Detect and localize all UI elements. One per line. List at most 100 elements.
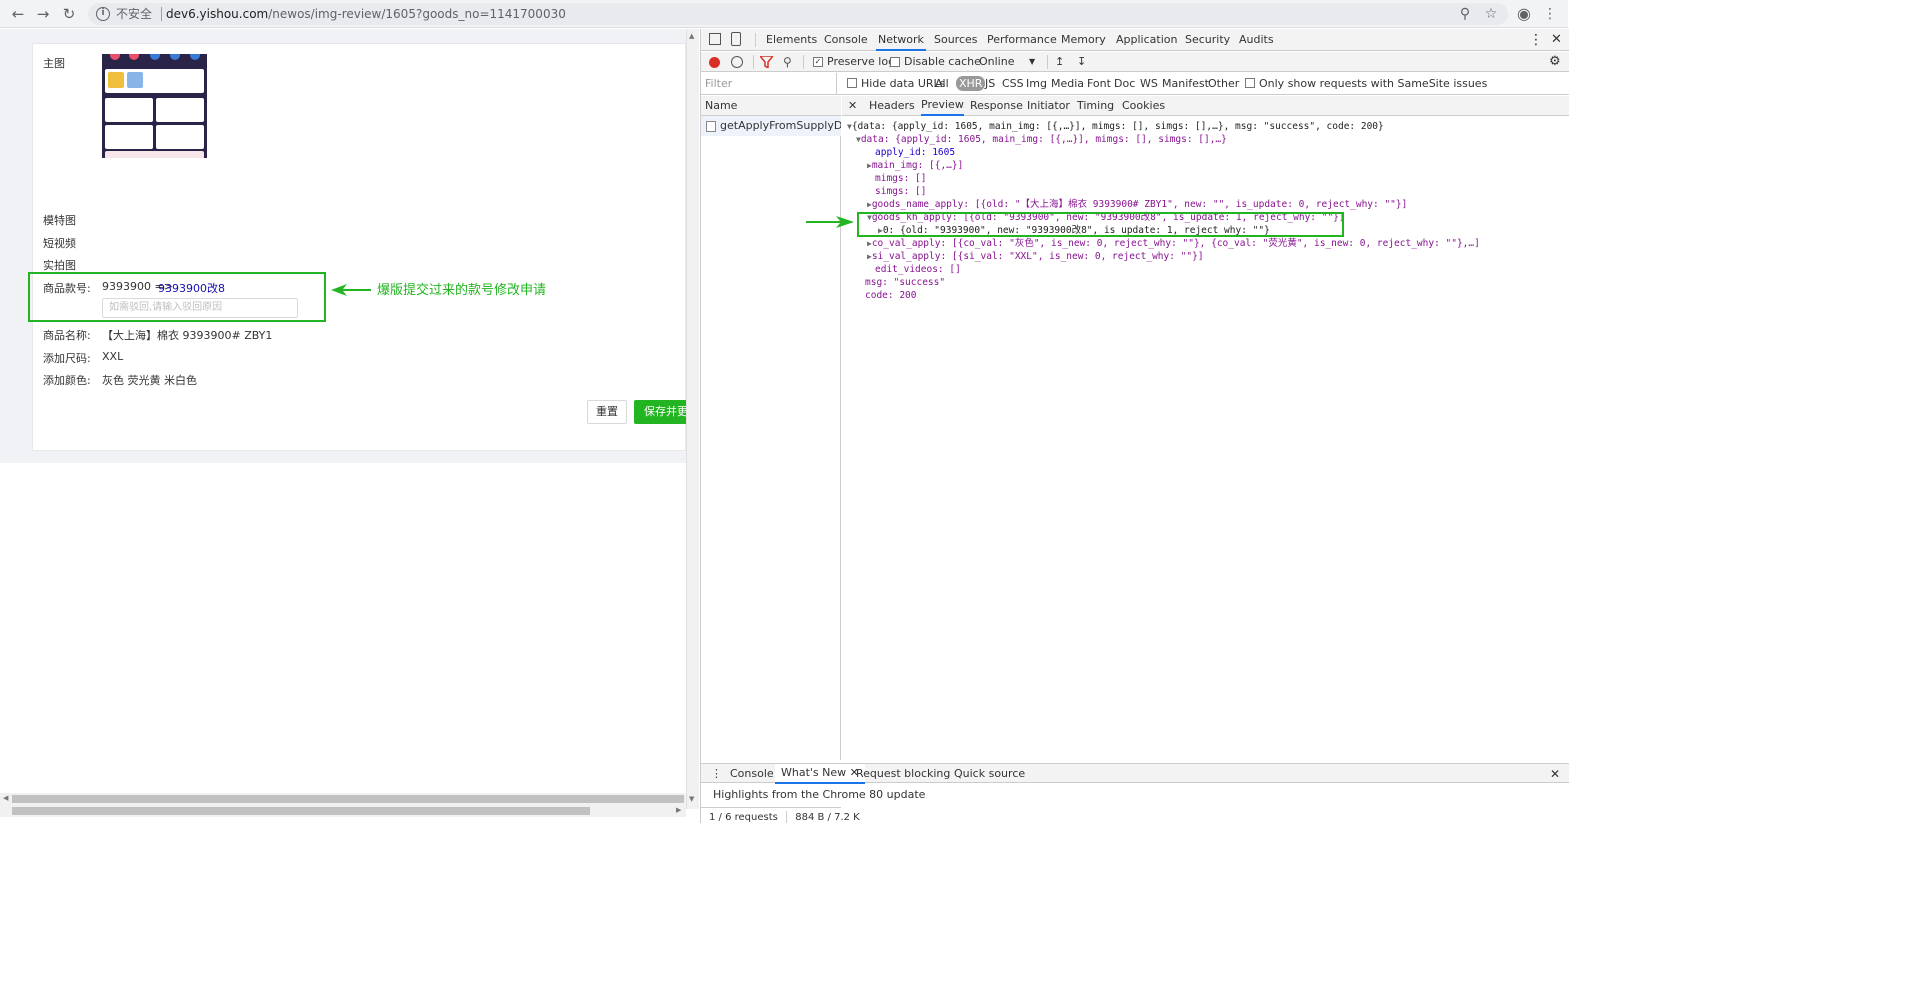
tab-security[interactable]: Security <box>1183 29 1232 51</box>
clear-icon[interactable] <box>731 56 743 68</box>
json-msg-line: msg: "success" <box>865 277 946 288</box>
tab-application[interactable]: Application <box>1114 29 1179 51</box>
type-filter-ws[interactable]: WS <box>1140 74 1158 94</box>
address-bar[interactable]: i 不安全 dev6.yishou.com/newos/img-review/1… <box>88 3 1508 25</box>
import-har-icon[interactable]: ↥ <box>1055 52 1064 72</box>
tab-console[interactable]: Console <box>822 29 870 51</box>
scroll-left-icon[interactable]: ◀ <box>3 794 8 802</box>
devtools-panel: Elements Console Network Sources Perform… <box>700 29 1569 827</box>
tab-network[interactable]: Network <box>876 29 926 51</box>
annotation-text: 爆版提交过来的款号修改申请 <box>377 283 547 298</box>
tab-timing[interactable]: Timing <box>1077 96 1114 116</box>
disable-cache-checkbox[interactable] <box>890 57 900 67</box>
color-value: 灰色 荧光黄 米白色 <box>102 374 197 387</box>
tab-cookies[interactable]: Cookies <box>1122 96 1165 116</box>
tab-elements[interactable]: Elements <box>764 29 819 51</box>
type-filter-js[interactable]: JS <box>985 74 995 94</box>
type-filter-xhr[interactable]: XHR <box>956 76 986 91</box>
type-filter-img[interactable]: Img <box>1026 74 1047 94</box>
tab-audits[interactable]: Audits <box>1237 29 1276 51</box>
json-goods-name-apply-line[interactable]: ▶goods_name_apply: [{old: "【大上海】棉衣 93939… <box>867 198 1407 211</box>
divider <box>161 7 162 21</box>
info-icon[interactable]: i <box>96 7 110 21</box>
tab-sources[interactable]: Sources <box>932 29 980 51</box>
divider <box>803 55 804 69</box>
tab-preview[interactable]: Preview <box>921 96 964 116</box>
export-har-icon[interactable]: ↧ <box>1077 52 1086 72</box>
hide-data-urls-checkbox[interactable] <box>847 78 857 88</box>
record-icon[interactable] <box>709 57 720 68</box>
drawer-tabbar: ⋮ Console What's New ✕ Request blocking … <box>701 763 1569 784</box>
drawer-tab-console[interactable]: Console <box>730 764 774 784</box>
scroll-right-icon[interactable]: ▶ <box>676 806 681 814</box>
type-filter-manifest[interactable]: Manifest <box>1162 74 1209 94</box>
samesite-checkbox[interactable] <box>1245 78 1255 88</box>
size-label: 添加尺码: <box>43 352 91 365</box>
name-column-header[interactable]: Name <box>701 96 841 116</box>
devtools-menu-icon[interactable]: ⋮ <box>1527 29 1545 51</box>
scrollbar-thumb[interactable] <box>12 807 590 815</box>
json-main-img-line[interactable]: ▶main_img: [{,…}] <box>867 159 963 172</box>
scroll-up-icon[interactable]: ▲ <box>689 32 694 40</box>
zoom-icon[interactable]: ⚲ <box>1455 4 1475 24</box>
transfer-size: 884 B / 7.2 K <box>795 812 860 823</box>
type-filter-css[interactable]: CSS <box>1002 74 1024 94</box>
save-and-update-button[interactable]: 保存并更 <box>634 400 686 424</box>
close-detail-icon[interactable]: ✕ <box>848 96 857 116</box>
reload-icon[interactable]: ↻ <box>59 4 79 24</box>
size-value: XXL <box>102 350 124 363</box>
drawer-tab-quick-source[interactable]: Quick source <box>954 764 1025 784</box>
url-text[interactable]: dev6.yishou.com/newos/img-review/1605?go… <box>166 3 566 25</box>
network-status-bar: 1 / 6 requests 884 B / 7.2 K <box>701 807 860 827</box>
type-filter-all[interactable]: All <box>935 74 949 94</box>
page-horizontal-scrollbar[interactable]: ◀ ▶ <box>0 793 686 817</box>
divider <box>755 33 756 47</box>
drawer-tab-whats-new[interactable]: What's New ✕ <box>775 764 865 784</box>
tab-performance[interactable]: Performance <box>985 29 1059 51</box>
real-photo-label: 实拍图 <box>43 259 76 272</box>
chevron-down-icon[interactable]: ▼ <box>1029 52 1035 72</box>
profile-icon[interactable]: ◉ <box>1514 4 1534 24</box>
type-filter-other[interactable]: Other <box>1208 74 1239 94</box>
preserve-log-checkbox[interactable]: ✓ <box>813 57 823 67</box>
settings-gear-icon[interactable]: ⚙ <box>1549 52 1561 72</box>
request-list: Name getApplyFromSupplyDetail 1 / 6 requ… <box>701 96 860 827</box>
tab-memory[interactable]: Memory <box>1059 29 1108 51</box>
type-filter-font[interactable]: Font <box>1087 74 1111 94</box>
search-icon[interactable]: ⚲ <box>783 52 792 72</box>
json-data-line[interactable]: ▼data: {apply_id: 1605, main_img: [{,…}]… <box>856 133 1227 146</box>
inspect-icon[interactable] <box>709 33 721 45</box>
hide-data-urls-label: Hide data URLs <box>861 77 946 90</box>
filter-icon[interactable] <box>760 56 773 68</box>
drawer-tab-request-blocking[interactable]: Request blocking <box>856 764 950 784</box>
page-vertical-scrollbar[interactable]: ▲ ▼ <box>686 29 699 809</box>
forward-icon[interactable]: → <box>33 4 53 24</box>
back-icon[interactable]: ← <box>8 4 28 24</box>
json-root-line[interactable]: ▼{data: {apply_id: 1605, main_img: [{,…}… <box>847 120 1384 133</box>
reset-button[interactable]: 重置 <box>587 400 627 424</box>
star-icon[interactable]: ☆ <box>1481 4 1501 24</box>
json-simgs-line: simgs: [] <box>875 186 927 197</box>
json-co-val-apply-line[interactable]: ▶co_val_apply: [{co_val: "灰色", is_new: 0… <box>867 237 1480 250</box>
request-row[interactable]: getApplyFromSupplyDetail <box>701 116 841 136</box>
throttle-select[interactable]: Online <box>979 52 1014 72</box>
tab-headers[interactable]: Headers <box>869 96 915 116</box>
device-toggle-icon[interactable] <box>731 32 741 46</box>
tab-initiator[interactable]: Initiator <box>1027 96 1070 116</box>
type-filter-media[interactable]: Media <box>1051 74 1084 94</box>
annotation-arrow-icon <box>331 284 371 296</box>
scroll-down-icon[interactable]: ▼ <box>689 795 694 803</box>
divider <box>1047 55 1048 69</box>
json-si-val-apply-line[interactable]: ▶si_val_apply: [{si_val: "XXL", is_new: … <box>867 250 1204 263</box>
filter-input[interactable]: Filter <box>701 73 837 94</box>
scrollbar-thumb[interactable] <box>12 795 684 803</box>
drawer-menu-icon[interactable]: ⋮ <box>711 764 722 784</box>
type-filter-doc[interactable]: Doc <box>1114 74 1135 94</box>
reject-reason-input[interactable]: 如需驳回,请输入驳回原因 <box>102 298 298 318</box>
main-image-thumbnail[interactable] <box>102 54 207 158</box>
tab-response[interactable]: Response <box>970 96 1023 116</box>
menu-icon[interactable]: ⋮ <box>1540 4 1560 24</box>
close-drawer-icon[interactable]: ✕ <box>1550 764 1560 784</box>
close-devtools-icon[interactable]: ✕ <box>1549 29 1564 51</box>
network-toolbar: ⚲ ✓ Preserve log Disable cache Online ▼ … <box>701 52 1569 72</box>
